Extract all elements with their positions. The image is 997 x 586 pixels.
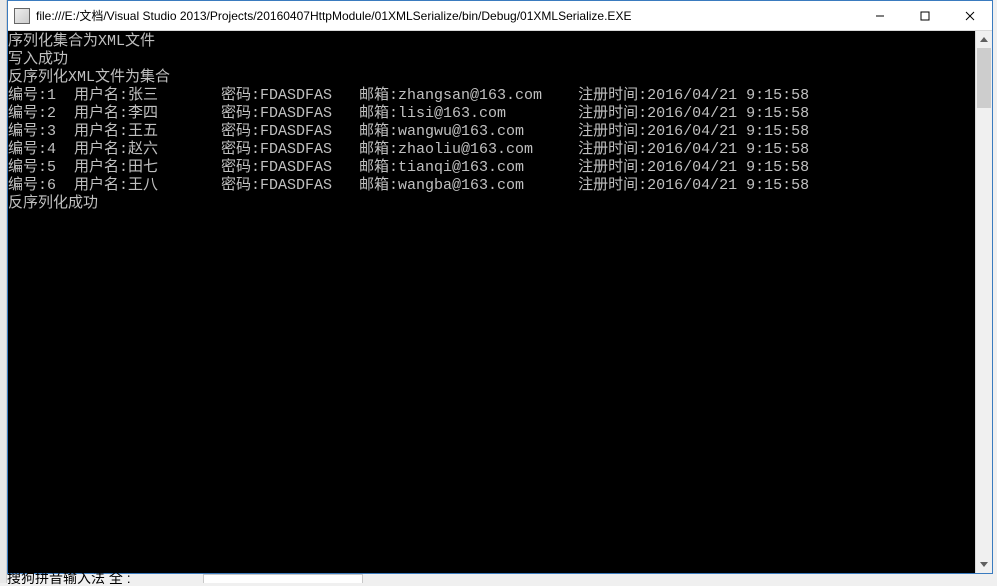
console-line: 反序列化XML文件为集合: [8, 69, 975, 87]
console-area: 序列化集合为XML文件写入成功反序列化XML文件为集合编号:1 用户名:张三 密…: [8, 31, 992, 573]
app-icon: [14, 8, 30, 24]
scroll-down-button[interactable]: [976, 556, 992, 573]
close-button[interactable]: [947, 1, 992, 30]
console-line: 编号:4 用户名:赵六 密码:FDASDFAS 邮箱:zhaoliu@163.c…: [8, 141, 975, 159]
console-line: 反序列化成功: [8, 195, 975, 213]
console-line: 编号:6 用户名:王八 密码:FDASDFAS 邮箱:wangba@163.co…: [8, 177, 975, 195]
console-line: 编号:5 用户名:田七 密码:FDASDFAS 邮箱:tianqi@163.co…: [8, 159, 975, 177]
window-title: file:///E:/文档/Visual Studio 2013/Project…: [36, 7, 631, 24]
window-controls: [857, 1, 992, 30]
console-line: 写入成功: [8, 51, 975, 69]
console-line: 编号:3 用户名:王五 密码:FDASDFAS 邮箱:wangwu@163.co…: [8, 123, 975, 141]
titlebar: file:///E:/文档/Visual Studio 2013/Project…: [8, 1, 992, 31]
console-line: 序列化集合为XML文件: [8, 33, 975, 51]
console-line: 编号:2 用户名:李四 密码:FDASDFAS 邮箱:lisi@163.com …: [8, 105, 975, 123]
scroll-thumb[interactable]: [977, 48, 991, 108]
background-editor-strip: [0, 0, 7, 583]
ime-candidate-fragment: [203, 574, 363, 583]
titlebar-left: file:///E:/文档/Visual Studio 2013/Project…: [8, 7, 631, 24]
scroll-up-button[interactable]: [976, 31, 992, 48]
maximize-button[interactable]: [902, 1, 947, 30]
ime-status-bar: 搜狗拼音输入法 全 :: [7, 574, 131, 583]
console-line: 编号:1 用户名:张三 密码:FDASDFAS 邮箱:zhangsan@163.…: [8, 87, 975, 105]
ime-text: 搜狗拼音输入法 全 :: [7, 574, 131, 583]
vertical-scrollbar[interactable]: [975, 31, 992, 573]
console-window: file:///E:/文档/Visual Studio 2013/Project…: [7, 0, 993, 574]
minimize-button[interactable]: [857, 1, 902, 30]
console-output: 序列化集合为XML文件写入成功反序列化XML文件为集合编号:1 用户名:张三 密…: [8, 31, 975, 573]
